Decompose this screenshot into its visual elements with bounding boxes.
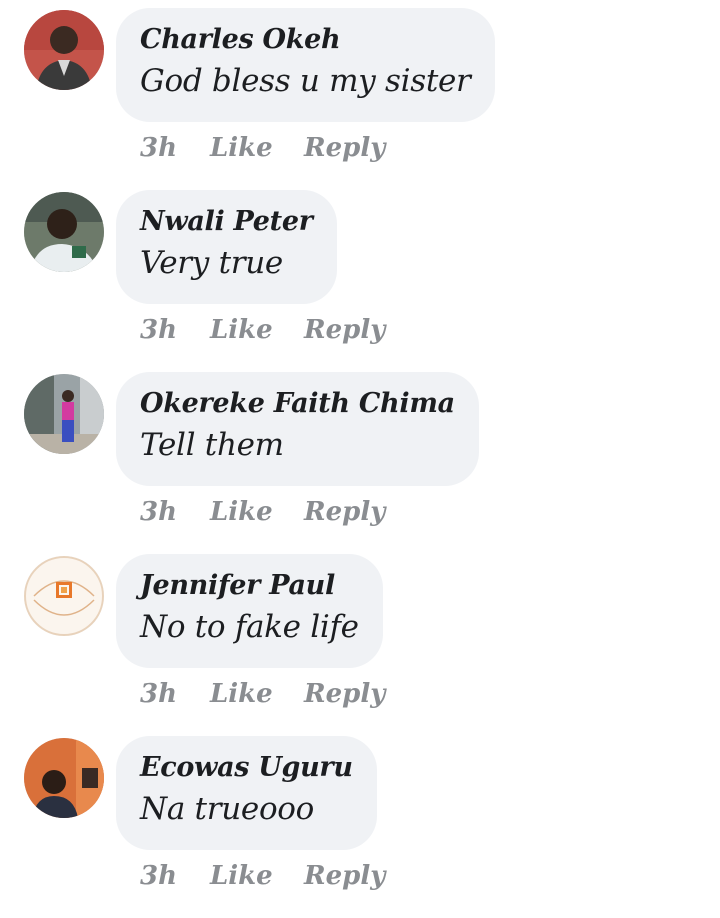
profile-photo-icon [24,738,104,818]
comment-item: Okereke Faith Chima Tell them 3h Like Re… [0,372,720,554]
comment-timestamp[interactable]: 3h [140,861,210,891]
comment-actions: 3h Like Reply [140,128,385,168]
comment-item: Ecowas Uguru Na trueooo 3h Like Reply [0,736,720,918]
like-button[interactable]: Like [210,133,304,163]
comment-timestamp[interactable]: 3h [140,679,210,709]
like-button[interactable]: Like [210,861,304,891]
comment-item: Jennifer Paul No to fake life 3h Like Re… [0,554,720,736]
logo-icon [24,556,104,636]
profile-photo-icon [24,10,104,90]
comment-author[interactable]: Charles Okeh [140,22,471,58]
comment-author[interactable]: Jennifer Paul [140,568,359,604]
comment-text: Na trueooo [140,791,315,827]
profile-photo-icon [24,192,104,272]
comment-text: No to fake life [140,609,359,645]
comment-author[interactable]: Okereke Faith Chima [140,386,455,422]
like-button[interactable]: Like [210,679,304,709]
avatar[interactable] [24,374,104,454]
comment-bubble: Ecowas Uguru Na trueooo [116,736,377,850]
avatar[interactable] [24,556,104,636]
like-button[interactable]: Like [210,497,304,527]
comment-bubble: Jennifer Paul No to fake life [116,554,383,668]
comment-author[interactable]: Ecowas Uguru [140,750,353,786]
comment-actions: 3h Like Reply [140,492,385,532]
profile-photo-icon [24,374,104,454]
comment-actions: 3h Like Reply [140,310,385,350]
comment-item: Charles Okeh God bless u my sister 3h Li… [0,8,720,190]
comment-timestamp[interactable]: 3h [140,133,210,163]
comment-bubble: Okereke Faith Chima Tell them [116,372,479,486]
avatar[interactable] [24,192,104,272]
avatar[interactable] [24,738,104,818]
comment-bubble: Charles Okeh God bless u my sister [116,8,495,122]
comment-bubble: Nwali Peter Very true [116,190,337,304]
comment-author[interactable]: Nwali Peter [140,204,313,240]
comment-timestamp[interactable]: 3h [140,497,210,527]
comment-actions: 3h Like Reply [140,856,385,896]
avatar[interactable] [24,10,104,90]
comment-timestamp[interactable]: 3h [140,315,210,345]
comment-actions: 3h Like Reply [140,674,385,714]
comment-text: Very true [140,245,283,281]
reply-button[interactable]: Reply [304,133,385,163]
comment-item: Nwali Peter Very true 3h Like Reply [0,190,720,372]
reply-button[interactable]: Reply [304,315,385,345]
comment-text: Tell them [140,427,284,463]
comment-text: God bless u my sister [140,63,471,99]
reply-button[interactable]: Reply [304,679,385,709]
like-button[interactable]: Like [210,315,304,345]
reply-button[interactable]: Reply [304,497,385,527]
reply-button[interactable]: Reply [304,861,385,891]
